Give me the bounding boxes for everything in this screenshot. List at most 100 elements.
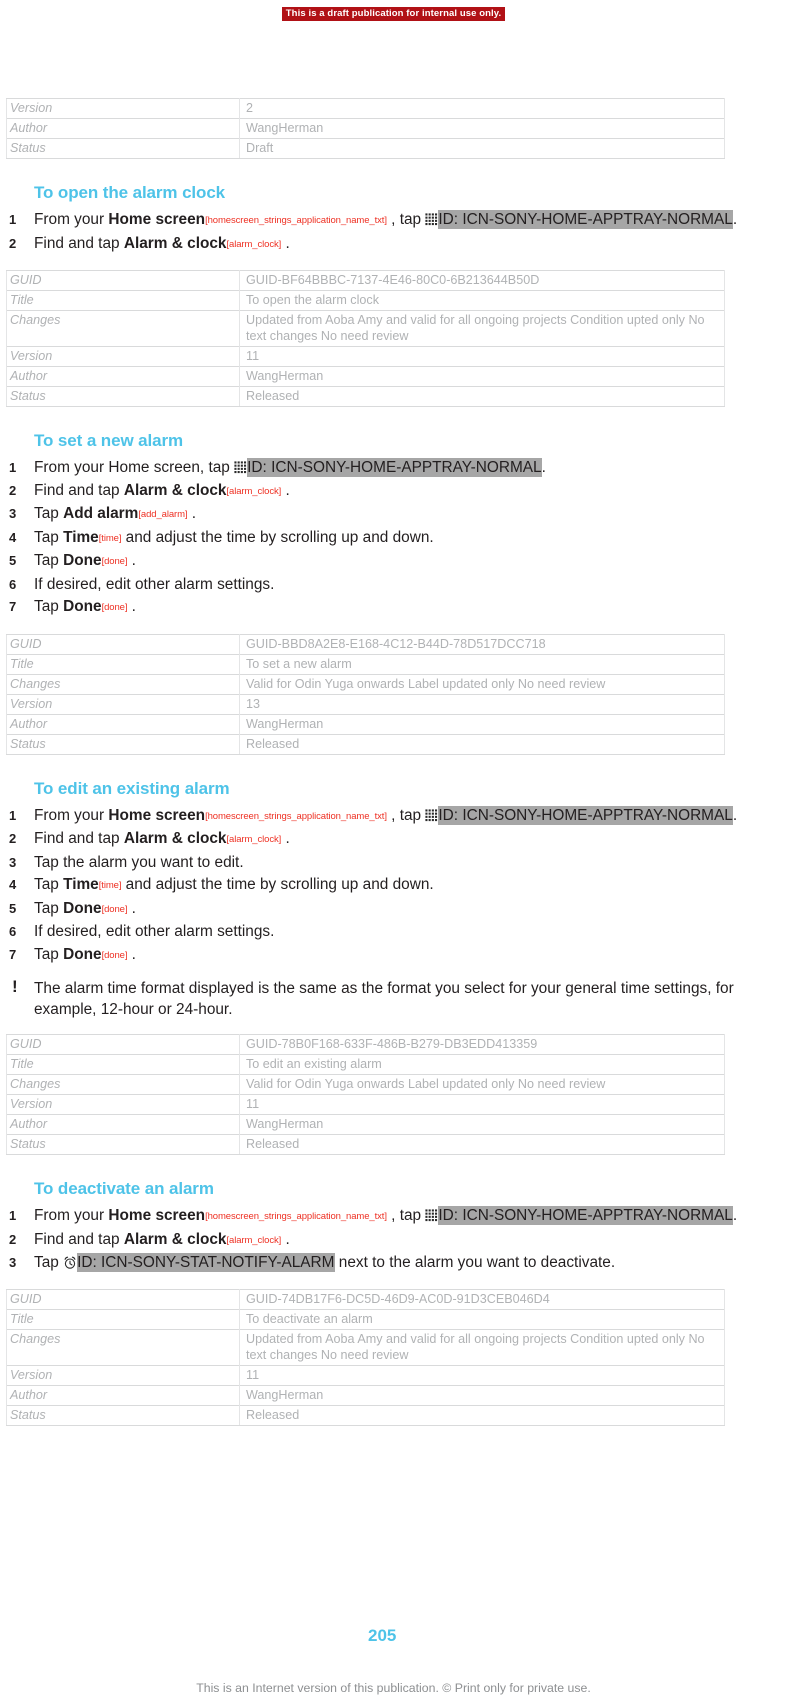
procedure-step: 3 Tap Add alarm[add_alarm] . (6, 503, 787, 526)
metadata-key: Changes (6, 1328, 240, 1365)
exclamation-icon: ! (12, 977, 18, 996)
ui-label: Alarm & clock (123, 481, 227, 499)
metadata-value: Released (239, 733, 725, 755)
string-token: [done] (101, 903, 128, 915)
step-text: , tap (386, 1207, 426, 1224)
draft-banner: This is a draft publication for internal… (0, 3, 787, 21)
ui-label: Time (63, 876, 99, 893)
procedure-step: 4 Tap Time[time] and adjust the time by s… (6, 527, 787, 550)
step-text: From your Home screen, tap (34, 459, 235, 476)
metadata-row: Author WangHerman (6, 1384, 725, 1405)
step-number: 3 (9, 1255, 17, 1270)
step-text: From your (34, 806, 109, 824)
document-content: Version 2 Author WangHerman Status Draft To op… (6, 98, 787, 1426)
step-text: and adjust the time by scrolling up and … (121, 528, 434, 546)
metadata-row: Author WangHerman (6, 366, 725, 387)
section-heading: To open the alarm clock (34, 183, 226, 202)
note-text: The alarm time format displayed is the s… (34, 980, 734, 1018)
step-number: 2 (9, 1231, 17, 1247)
step-number: 1 (9, 1208, 17, 1223)
step-text: , tap (386, 211, 426, 228)
step-text: Find and tap (34, 234, 124, 252)
step-text: . (127, 552, 136, 569)
step-number: 2 (9, 235, 17, 251)
step-text: Tap (34, 876, 64, 893)
procedure-step: 7 Tap Done[done] . (6, 596, 787, 619)
ui-label: Alarm & clock (123, 1230, 227, 1248)
apptray-grid-icon (425, 211, 438, 226)
string-token: [done] (101, 602, 128, 613)
apptray-grid-icon (425, 807, 438, 821)
step-text: Tap (34, 528, 64, 546)
metadata-row: Title To edit an existing alarm (6, 1054, 725, 1075)
icon-id-highlight: ID: ICN-SONY-HOME-APPTRAY-NORMAL (247, 458, 542, 477)
metadata-table-s0: GUID GUID-BF64BBBC-7137-4E46-80C0-6B21364… (6, 270, 725, 407)
procedure-step: 1 From your Home screen[homescreen_string… (6, 805, 787, 828)
step-text: Find and tap (34, 1230, 124, 1248)
string-token: [done] (101, 949, 128, 961)
metadata-row: Version 11 (6, 1094, 725, 1115)
metadata-row: Version 13 (6, 693, 725, 714)
string-token: [alarm_clock] (226, 238, 282, 250)
procedure-step: 1 From your Home screen, tap ID: ICN-SONY… (6, 457, 787, 479)
step-number: 6 (9, 576, 17, 592)
metadata-value: 11 (239, 346, 725, 367)
procedure-step: 6 If desired, edit other alarm settings. (6, 574, 787, 596)
metadata-key: Author (6, 1384, 240, 1405)
metadata-key: Title (6, 1308, 240, 1329)
step-text: and adjust the time by scrolling up and … (121, 876, 434, 893)
step-number: 4 (9, 877, 17, 892)
step-number: 3 (9, 506, 17, 521)
metadata-key: Changes (6, 673, 240, 694)
step-number: 1 (9, 460, 17, 475)
string-token: [alarm_clock] (226, 834, 282, 845)
metadata-row: Changes Valid for Odin Yuga onwards Label… (6, 1074, 725, 1095)
metadata-row: GUID GUID-78B0F168-633F-486B-B279-DB3EDD4… (6, 1034, 725, 1055)
metadata-key: Author (6, 366, 240, 387)
ui-label: Time (63, 528, 99, 546)
metadata-key: GUID (6, 633, 240, 654)
metadata-row: GUID GUID-BBD8A2E8-E168-4C12-B44D-78D517D… (6, 633, 725, 654)
string-token: [time] (98, 880, 122, 891)
step-text: Tap the alarm you want to edit. (34, 853, 244, 871)
metadata-row: Title To set a new alarm (6, 653, 725, 674)
step-number: 1 (9, 212, 17, 227)
metadata-key: Version (6, 346, 240, 367)
metadata-row: Status Draft (6, 138, 725, 159)
section-heading: To deactivate an alarm (34, 1179, 214, 1198)
metadata-value: GUID-74DB17F6-DC5D-46D9-AC0D-91D3CEB046D… (239, 1288, 725, 1309)
metadata-value: 11 (239, 1364, 725, 1385)
apptray-grid-icon (425, 1207, 438, 1222)
draft-banner-label: This is a draft publication for internal… (281, 7, 506, 21)
string-token: [alarm_clock] (226, 485, 282, 497)
procedure-step: 1 From your Home screen[homescreen_string… (6, 209, 787, 232)
step-number: 7 (9, 946, 17, 962)
procedure-step: 7 Tap Done[done] . (6, 944, 787, 967)
metadata-row: Status Released (6, 733, 725, 755)
procedure-step: 2 Find and tap Alarm & clock[alarm_clock]… (6, 1229, 787, 1252)
metadata-key: Status (6, 1134, 240, 1155)
step-text: . (541, 459, 546, 476)
metadata-value: WangHerman (239, 366, 725, 387)
procedure-step: 2 Find and tap Alarm & clock[alarm_clock]… (6, 233, 787, 256)
metadata-value: To deactivate an alarm (239, 1308, 725, 1329)
metadata-value: WangHerman (239, 1114, 725, 1135)
step-text: Tap (34, 945, 64, 963)
procedure-step: 2 Find and tap Alarm & clock[alarm_clock]… (6, 828, 787, 851)
metadata-row: GUID GUID-BF64BBBC-7137-4E46-80C0-6B21364… (6, 270, 725, 291)
step-text: . (187, 505, 196, 522)
metadata-value: GUID-78B0F168-633F-486B-B279-DB3EDD41335… (239, 1034, 725, 1055)
step-text: If desired, edit other alarm settings. (34, 923, 275, 940)
metadata-key: Author (6, 118, 240, 139)
metadata-key: Status (6, 1404, 240, 1426)
metadata-row: Status Released (6, 1134, 725, 1155)
metadata-row: Status Released (6, 1404, 725, 1426)
metadata-key: GUID (6, 270, 240, 291)
step-number: 4 (9, 529, 17, 545)
procedure-steps: 1 From your Home screen[homescreen_string… (6, 1205, 787, 1274)
metadata-row: Changes Updated from Aoba Amy and valid f… (6, 310, 725, 347)
metadata-row: Version 11 (6, 346, 725, 367)
note-block: ! The alarm time format displayed is the … (6, 977, 787, 1020)
metadata-value: Valid for Odin Yuga onwards Label update… (239, 673, 725, 694)
